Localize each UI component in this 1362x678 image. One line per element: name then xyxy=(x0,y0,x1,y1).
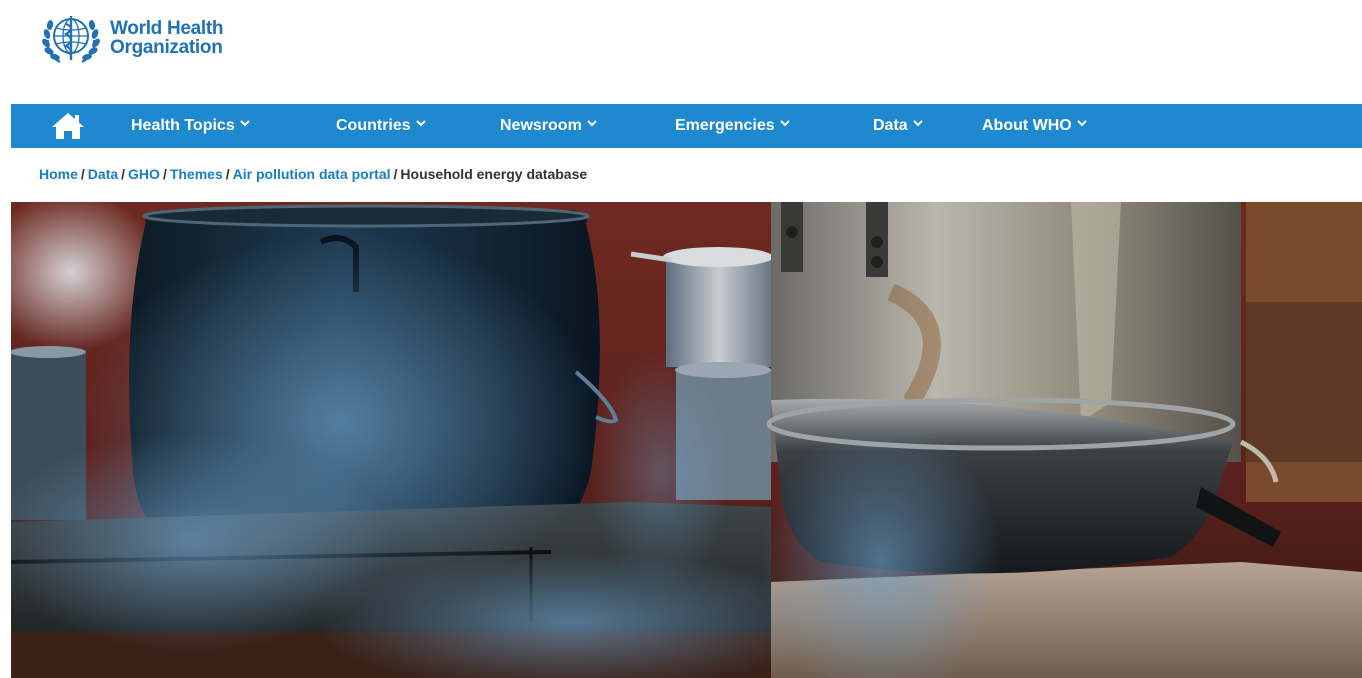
who-logo[interactable]: World Health Organization xyxy=(38,10,224,66)
breadcrumb-separator: / xyxy=(225,166,230,182)
nav-item-newsroom[interactable]: Newsroom xyxy=(500,104,597,148)
nav-item-countries[interactable]: Countries xyxy=(336,104,426,148)
breadcrumb-link-data[interactable]: Data xyxy=(88,166,118,182)
chevron-down-icon xyxy=(1077,120,1087,127)
chevron-down-icon xyxy=(912,120,923,127)
breadcrumb-link-themes[interactable]: Themes xyxy=(170,166,223,182)
nav-item-health-topics[interactable]: Health Topics xyxy=(131,104,250,148)
who-wordmark-line1: World Health xyxy=(110,18,224,39)
breadcrumb-link-home[interactable]: Home xyxy=(39,166,78,182)
breadcrumb-separator: / xyxy=(80,166,85,182)
who-wordmark-line2: Organization xyxy=(110,37,223,58)
breadcrumb: Home / Data / GHO / Themes / Air pollution data … xyxy=(39,166,587,182)
hero-image xyxy=(11,202,1362,678)
who-wordmark: World Health Organization xyxy=(110,18,224,58)
breadcrumb-separator: / xyxy=(393,166,398,182)
hero-illustration xyxy=(11,202,1362,678)
site-header: World Health Organization xyxy=(0,0,1362,100)
nav-item-label: Health Topics xyxy=(131,117,235,134)
breadcrumb-separator: / xyxy=(121,166,126,182)
nav-item-label: Emergencies xyxy=(675,117,775,134)
chevron-down-icon xyxy=(240,120,250,127)
breadcrumb-current: Household energy database xyxy=(400,166,588,182)
nav-item-label: Newsroom xyxy=(500,117,582,134)
main-navigation: Health Topics Countries Newsroom Emergen… xyxy=(11,104,1362,148)
nav-item-emergencies[interactable]: Emergencies xyxy=(675,104,790,148)
home-icon[interactable] xyxy=(51,111,85,141)
breadcrumb-link-air-pollution[interactable]: Air pollution data portal xyxy=(233,166,391,182)
chevron-down-icon xyxy=(415,120,426,127)
chevron-down-icon xyxy=(587,120,597,127)
nav-item-data[interactable]: Data xyxy=(873,104,923,148)
nav-item-label: Countries xyxy=(336,117,411,134)
chevron-down-icon xyxy=(779,120,790,127)
breadcrumb-link-gho[interactable]: GHO xyxy=(128,166,160,182)
nav-item-label: Data xyxy=(873,117,908,134)
who-emblem-icon xyxy=(42,16,100,63)
nav-item-about-who[interactable]: About WHO xyxy=(982,104,1087,148)
nav-item-label: About WHO xyxy=(982,117,1072,134)
breadcrumb-separator: / xyxy=(162,166,167,182)
